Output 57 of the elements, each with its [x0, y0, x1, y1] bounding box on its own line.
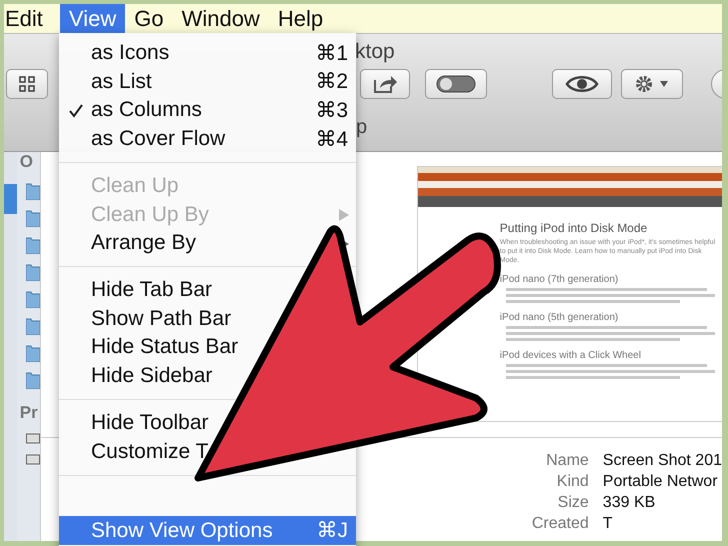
check-icon: [69, 104, 83, 118]
folder-icon: [26, 263, 40, 281]
menu-item[interactable]: as List: [91, 70, 152, 94]
info-label: Created: [530, 515, 589, 533]
menu-item[interactable]: Show Path Bar: [91, 306, 232, 331]
info-value: Portable Networ: [602, 473, 719, 491]
toggle-icon: [436, 75, 476, 93]
shortcut-text: ⌘1: [315, 40, 348, 66]
menu-bar-item[interactable]: Edit: [4, 4, 52, 33]
icon-view-button[interactable]: [6, 69, 48, 99]
menu-bar-item[interactable]: Help: [268, 4, 332, 33]
preview-title: Putting iPod into Disk Mode: [500, 221, 648, 235]
shortcut-text: ⌘2: [315, 69, 348, 94]
menu-item[interactable]: Hide Status Bar: [91, 335, 238, 360]
preview-heading: iPod nano (5th generation): [500, 312, 620, 323]
info-label: Kind: [556, 473, 589, 491]
folder-icon: [26, 236, 40, 254]
folder-icon: [26, 209, 40, 227]
menu-item[interactable]: Show View Options ⌘J: [59, 516, 356, 545]
folder-icon: [26, 182, 40, 200]
menu-item[interactable]: as Icons: [91, 41, 170, 66]
preview-heading: iPod nano (7th generation): [500, 274, 620, 285]
shortcut-text: ⌘4: [315, 126, 348, 152]
window-title: ktop: [355, 40, 395, 64]
toggle-button[interactable]: [425, 69, 487, 99]
shortcut-text: ⌘3: [315, 98, 348, 123]
menu-item[interactable]: Hide Sidebar: [91, 364, 212, 388]
info-value: T: [602, 515, 614, 533]
folder-icon: [26, 317, 40, 335]
sidebar-header: O: [20, 152, 34, 172]
folder-icon: [26, 290, 40, 308]
settings-button[interactable]: [621, 69, 683, 99]
submenu-arrow-icon: [338, 208, 350, 222]
menu-item[interactable]: Arrange By: [91, 231, 196, 256]
menu-bar-item[interactable]: View: [60, 4, 126, 33]
path-bar-text: p: [356, 116, 368, 138]
menu-bar-item[interactable]: Window: [172, 4, 269, 33]
menu-item[interactable]: Customize T: [91, 440, 208, 464]
menu-item[interactable]: Hide Toolbar: [91, 411, 209, 435]
eye-icon: [565, 74, 599, 94]
shortcut-text: ⌘J: [316, 518, 348, 544]
sidebar-header: Pr: [20, 403, 38, 423]
info-label: Size: [556, 494, 589, 512]
preview-heading: iPod devices with a Click Wheel: [500, 350, 642, 361]
share-icon: [373, 74, 397, 94]
folder-icon: [26, 371, 40, 389]
menu-item[interactable]: Hide Tab Bar: [91, 278, 212, 302]
menu-bar-item[interactable]: Go: [125, 4, 173, 33]
grid-icon: [19, 76, 35, 92]
info-value: Screen Shot 201: [602, 452, 722, 470]
folder-icon: [26, 344, 40, 362]
info-value: 339 KB: [602, 494, 656, 512]
info-label: Name: [545, 452, 589, 470]
share-button[interactable]: [360, 69, 410, 99]
menu-item[interactable]: as Columns: [91, 98, 202, 122]
menu-item[interactable]: as Cover Flow: [91, 127, 226, 152]
quick-look-button[interactable]: [552, 69, 612, 99]
